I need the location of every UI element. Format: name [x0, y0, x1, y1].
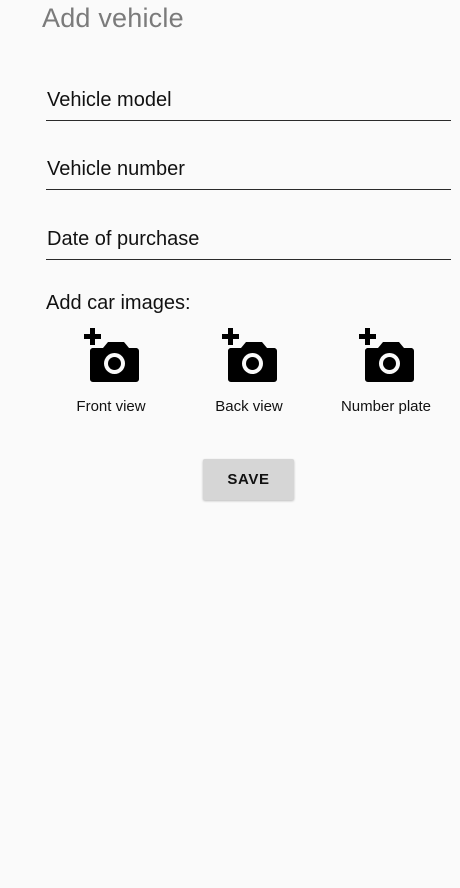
vehicle-number-input[interactable] — [47, 158, 437, 181]
back-view-caption: Back view — [215, 398, 283, 415]
add-a-photo-icon[interactable] — [357, 328, 415, 384]
add-a-photo-icon[interactable] — [220, 328, 278, 384]
date-of-purchase-field[interactable] — [46, 219, 451, 260]
vehicle-model-field[interactable] — [46, 80, 451, 121]
date-of-purchase-input[interactable] — [47, 228, 437, 251]
front-view-picker[interactable]: Front view — [46, 328, 176, 420]
add-a-photo-icon[interactable] — [82, 328, 140, 384]
number-plate-caption: Number plate — [340, 398, 432, 415]
vehicle-number-field[interactable] — [46, 149, 451, 190]
page-title: Add vehicle — [42, 3, 184, 33]
back-view-picker[interactable]: Back view — [184, 328, 314, 420]
front-view-caption: Front view — [76, 398, 146, 415]
number-plate-picker[interactable]: Number plate — [321, 328, 451, 420]
add-car-images-label: Add car images: — [46, 292, 191, 314]
save-button[interactable]: SAVE — [203, 459, 294, 500]
add-vehicle-screen: Add vehicle Add car images: Front view B… — [0, 0, 460, 888]
vehicle-model-input[interactable] — [47, 89, 437, 112]
